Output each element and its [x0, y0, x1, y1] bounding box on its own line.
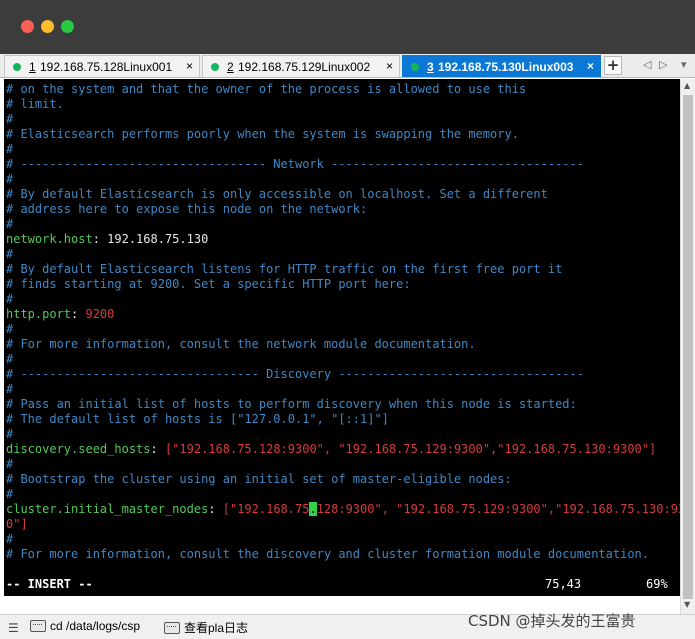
comment-line: # — [6, 247, 14, 261]
comment-line: # — [6, 172, 14, 186]
comment-line: # finds starting at 9200. Set a specific… — [6, 277, 411, 291]
comment-line: # ---------------------------------- Net… — [6, 157, 584, 171]
setting-separator: : — [92, 232, 108, 246]
comment-line: # For more information, consult the disc… — [6, 547, 649, 561]
scrollbar-thumb[interactable] — [683, 95, 693, 599]
comment-line: # — [6, 142, 14, 156]
window-titlebar — [0, 0, 695, 54]
terminal-editor[interactable]: # on the system and that the owner of th… — [4, 79, 680, 596]
comment-line: # Bootstrap the cluster using an initial… — [6, 472, 512, 486]
comment-line: # For more information, consult the netw… — [6, 337, 476, 351]
setting-value: 192.168.75.130 — [107, 232, 209, 246]
comment-line: # --------------------------------- Disc… — [6, 367, 584, 381]
comment-line: # — [6, 217, 14, 231]
comment-line: # By default Elasticsearch listens for H… — [6, 262, 563, 276]
comment-line: # address here to expose this node on th… — [6, 202, 368, 216]
scroll-up-icon[interactable]: ▲ — [684, 81, 690, 90]
maximize-window-button[interactable] — [61, 20, 74, 33]
cursor-position: 75,43 — [545, 577, 582, 591]
connected-status-icon — [211, 63, 219, 71]
tab-list-dropdown-icon[interactable]: ▾ — [681, 58, 687, 71]
quick-command-view-log[interactable]: 查看pla日志 — [164, 619, 248, 636]
config-setting-line: cluster.initial_master_nodes: ["192.168.… — [6, 502, 680, 517]
setting-key: cluster.initial_master_nodes — [6, 502, 209, 516]
close-window-button[interactable] — [21, 20, 34, 33]
setting-value: 9200 — [85, 307, 115, 321]
tab-number: 2 — [227, 60, 234, 74]
setting-separator: : — [71, 307, 86, 321]
setting-value: 128:9300", "192.168.75.129:9300","192.16… — [316, 502, 680, 516]
setting-separator: : — [208, 502, 223, 516]
wrapped-line: 0"] — [6, 517, 28, 531]
comment-line: # The default list of hosts is ["127.0.0… — [6, 412, 389, 426]
comment-line: # — [6, 427, 14, 441]
config-setting-line: discovery.seed_hosts: ["192.168.75.128:9… — [6, 442, 656, 457]
setting-key: network.host — [6, 232, 93, 246]
scroll-percent: 69% — [646, 577, 668, 591]
comment-line: # Pass an initial list of hosts to perfo… — [6, 397, 577, 411]
config-setting-line: http.port: 9200 — [6, 307, 114, 322]
menu-icon[interactable]: ☰ — [8, 621, 19, 635]
close-tab-icon[interactable]: × — [587, 59, 594, 73]
comment-line: # By default Elasticsearch is only acces… — [6, 187, 548, 201]
config-setting-line: network.host: 192.168.75.130 — [6, 232, 208, 247]
next-tab-icon[interactable]: ▷ — [659, 58, 667, 71]
csdn-watermark: CSDN @掉头发的王富贵 — [468, 612, 636, 630]
previous-tab-icon[interactable]: ◁ — [643, 58, 651, 71]
comment-line: # on the system and that the owner of th… — [6, 82, 527, 96]
keyboard-icon — [30, 620, 46, 632]
comment-line: # — [6, 457, 14, 471]
comment-line: # Elasticsearch performs poorly when the… — [6, 127, 519, 141]
comment-line: # — [6, 322, 14, 336]
tab-number: 1 — [29, 60, 36, 74]
comment-line: # — [6, 532, 14, 546]
connected-status-icon — [13, 63, 21, 71]
tab-label: 192.168.75.129Linux002 — [238, 60, 371, 74]
comment-line: # — [6, 352, 14, 366]
connected-status-icon — [411, 63, 419, 71]
session-tab-bar: 1 192.168.75.128Linux001 × 2 192.168.75.… — [0, 54, 695, 78]
tab-session-3[interactable]: 3 192.168.75.130Linux003 × — [402, 55, 601, 77]
close-tab-icon[interactable]: × — [386, 59, 393, 73]
comment-line: # — [6, 487, 14, 501]
quick-command-cd[interactable]: cd /data/logs/csp — [30, 619, 140, 633]
comment-line: # — [6, 112, 14, 126]
new-tab-button[interactable]: + — [604, 56, 622, 75]
setting-separator: : — [150, 442, 165, 456]
quick-command-label: cd /data/logs/csp — [50, 619, 141, 633]
quick-command-label: 查看pla日志 — [184, 621, 249, 635]
vim-mode-indicator: -- INSERT -- — [6, 577, 93, 591]
text-cursor: . — [309, 502, 317, 516]
comment-line: # — [6, 382, 14, 396]
tab-label: 192.168.75.130Linux003 — [438, 60, 574, 74]
setting-key: discovery.seed_hosts — [6, 442, 151, 456]
close-tab-icon[interactable]: × — [186, 59, 193, 73]
scroll-down-icon[interactable]: ▼ — [684, 600, 690, 609]
tab-number: 3 — [427, 60, 434, 74]
setting-key: http.port — [6, 307, 72, 321]
comment-line: # — [6, 292, 14, 306]
setting-value: ["192.168.75.128:9300", "192.168.75.129:… — [164, 442, 657, 456]
tab-session-1[interactable]: 1 192.168.75.128Linux001 × — [4, 55, 200, 77]
minimize-window-button[interactable] — [41, 20, 54, 33]
keyboard-icon — [164, 621, 180, 634]
tab-session-2[interactable]: 2 192.168.75.129Linux002 × — [202, 55, 400, 77]
comment-line: # limit. — [6, 97, 64, 111]
setting-value: ["192.168.75 — [222, 502, 310, 516]
terminal-scrollbar[interactable]: ▲ ▼ — [680, 79, 695, 614]
tab-label: 192.168.75.128Linux001 — [40, 60, 173, 74]
